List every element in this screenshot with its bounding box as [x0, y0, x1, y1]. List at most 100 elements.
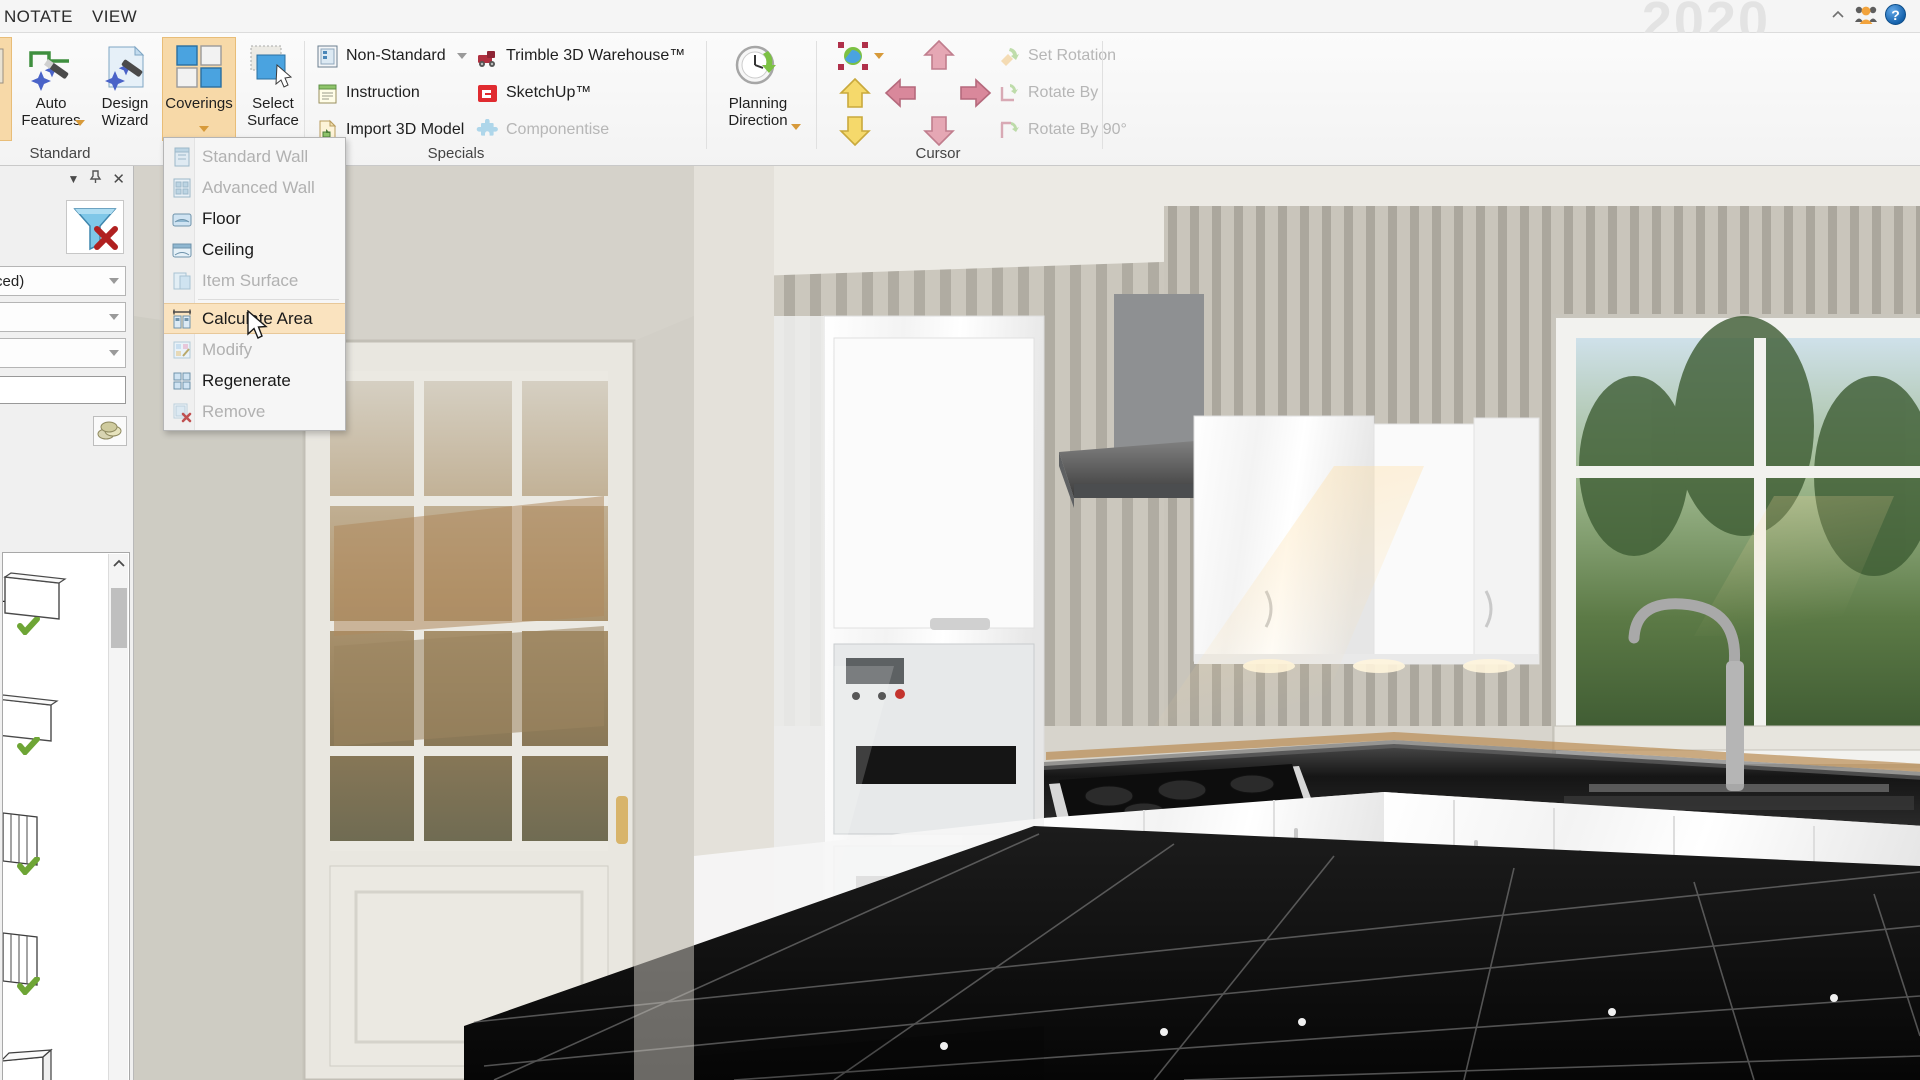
- category-combo[interactable]: [0, 338, 126, 368]
- set-rotation-icon: [998, 45, 1021, 68]
- viewport-3d[interactable]: [134, 166, 1920, 1080]
- window-top-icons: ?: [1831, 4, 1906, 25]
- search-input[interactable]: [0, 376, 126, 404]
- tab-annotate[interactable]: NOTATE: [0, 4, 83, 30]
- ribbon-button-coverings[interactable]: Coverings: [162, 37, 236, 141]
- ceiling-icon: [171, 239, 193, 261]
- ribbon-item-componentise-label: Componentise: [506, 121, 610, 138]
- select-surface-icon: [247, 43, 299, 91]
- move-cursor-icon: [836, 41, 870, 71]
- scroll-up-icon[interactable]: [109, 554, 129, 574]
- ribbon-item-sketchup[interactable]: SketchUp™: [476, 78, 591, 108]
- kitchen-3d-render: [134, 166, 1920, 1080]
- arrow-down-pink-icon[interactable]: [922, 115, 956, 147]
- green-tick-icon: [17, 856, 40, 877]
- close-icon[interactable]: ✕: [112, 170, 125, 188]
- menu-item-standard-wall-label: Standard Wall: [202, 146, 309, 166]
- chevron-down-icon[interactable]: ▼: [68, 172, 80, 186]
- list-item[interactable]: PTG50: [3, 921, 107, 997]
- ribbon-button-design-wizard[interactable]: Design Wizard: [88, 37, 162, 141]
- non-standard-icon: [316, 45, 339, 68]
- range-combo[interactable]: [0, 302, 126, 332]
- menu-item-item-surface-label: Item Surface: [202, 270, 299, 290]
- chevron-down-icon[interactable]: [75, 120, 85, 126]
- ribbon-group-cursor: Set Rotation Rotate By Rotate By 90° Cur…: [818, 33, 1127, 166]
- people-icon[interactable]: [1854, 5, 1877, 25]
- ribbon-item-trimble-3d-warehouse-label: Trimble 3D Warehouse™: [506, 47, 686, 64]
- coins-icon: [94, 418, 126, 446]
- list-item[interactable]: FTG50: [3, 801, 107, 877]
- pin-icon[interactable]: [89, 170, 102, 188]
- ribbon-item-move-cursor[interactable]: [836, 41, 884, 71]
- sidebar-header: ▼ ✕: [0, 166, 134, 192]
- ribbon-item-import-3d-model-label: Import 3D Model: [346, 121, 465, 138]
- ribbon-item-non-standard[interactable]: Non-Standard: [316, 41, 467, 71]
- item-surface-icon: [171, 270, 193, 292]
- chevron-down-icon[interactable]: [109, 350, 119, 356]
- catalog-scrollbar[interactable]: [108, 554, 128, 1080]
- modify-icon: [171, 339, 193, 361]
- instruction-icon: [316, 82, 339, 105]
- menu-item-regenerate-label: Regenerate: [202, 370, 291, 390]
- menu-item-remove-label: Remove: [202, 401, 266, 421]
- ribbon-group-standard-label: Standard: [29, 145, 91, 162]
- list-item[interactable]: 3BP: [3, 681, 107, 757]
- rotate-by-icon: [998, 82, 1021, 105]
- menu-item-standard-wall: Standard Wall: [164, 141, 345, 172]
- price-list-value: Non Priced): [0, 272, 25, 290]
- green-tick-icon: [17, 616, 40, 637]
- menu-item-floor-label: Floor: [202, 208, 241, 228]
- auto-features-icon: [25, 43, 77, 91]
- help-icon[interactable]: ?: [1885, 4, 1906, 25]
- glazed-door: [302, 339, 636, 1080]
- application-window: NOTATE VIEW 2020 ? Auto Features Design …: [0, 0, 1920, 1080]
- ribbon-button-catalogue[interactable]: ue: [0, 37, 12, 141]
- arrow-right-pink-icon[interactable]: [958, 77, 992, 109]
- chevron-up-icon[interactable]: [1831, 8, 1845, 22]
- coverings-dropdown-menu[interactable]: Standard Wall Advanced Wall Floor Ceilin…: [163, 137, 346, 431]
- componentise-icon: [476, 118, 499, 142]
- remove-icon: [171, 401, 193, 423]
- chevron-down-icon[interactable]: [874, 53, 884, 59]
- chevron-down-icon[interactable]: [456, 53, 467, 59]
- chevron-down-icon[interactable]: [791, 124, 801, 130]
- chevron-down-icon[interactable]: [199, 126, 209, 132]
- show-prices-button[interactable]: [93, 416, 127, 446]
- arrow-up-pink-icon[interactable]: [922, 39, 956, 71]
- green-tick-icon: [17, 976, 40, 997]
- arrow-left-pink-icon[interactable]: [884, 77, 918, 109]
- tab-view[interactable]: VIEW: [82, 4, 147, 30]
- list-item[interactable]: EFILLER: [3, 561, 107, 637]
- advanced-wall-icon: [171, 177, 193, 199]
- menu-item-ceiling-label: Ceiling: [202, 239, 254, 259]
- ribbon-button-select-surface[interactable]: Select Surface: [236, 37, 310, 141]
- catalog-list[interactable]: EFILLER 3BP: [2, 552, 130, 1080]
- ribbon-button-select-surface-label: Select Surface: [247, 95, 299, 129]
- ribbon-item-instruction-label: Instruction: [346, 84, 420, 101]
- ribbon-button-auto-features[interactable]: Auto Features: [14, 37, 88, 141]
- ribbon-button-planning-direction[interactable]: Planning Direction: [710, 37, 806, 141]
- menu-item-ceiling[interactable]: Ceiling: [164, 234, 345, 265]
- price-list-combo[interactable]: Non Priced): [0, 266, 126, 296]
- clear-filter-icon: [67, 201, 123, 253]
- menu-divider: [198, 299, 339, 300]
- group-divider: [816, 41, 817, 149]
- chevron-down-icon[interactable]: [109, 278, 119, 284]
- arrow-up-yellow-icon[interactable]: [838, 77, 872, 109]
- ribbon-item-trimble-3d-warehouse[interactable]: Trimble 3D Warehouse™: [476, 41, 685, 71]
- arrow-down-yellow-icon[interactable]: [838, 115, 872, 147]
- design-wizard-icon: [99, 43, 151, 91]
- menu-item-regenerate[interactable]: Regenerate: [164, 365, 345, 396]
- ribbon-group-specials-label: Specials: [427, 145, 485, 162]
- clear-filter-button[interactable]: [66, 200, 124, 254]
- menu-item-floor[interactable]: Floor: [164, 203, 345, 234]
- chevron-down-icon[interactable]: [109, 314, 119, 320]
- scrollbar-thumb[interactable]: [111, 588, 127, 648]
- ribbon-group-cursor-label: Cursor: [915, 145, 961, 162]
- calculate-area-icon: [171, 308, 193, 330]
- standard-wall-icon: [171, 146, 193, 168]
- ribbon-item-componentise: Componentise: [476, 115, 609, 145]
- ribbon-item-instruction[interactable]: Instruction: [316, 78, 420, 108]
- ribbon-item-rotate-by-90: Rotate By 90°: [998, 115, 1127, 145]
- ribbon-item-set-rotation: Set Rotation: [998, 41, 1116, 71]
